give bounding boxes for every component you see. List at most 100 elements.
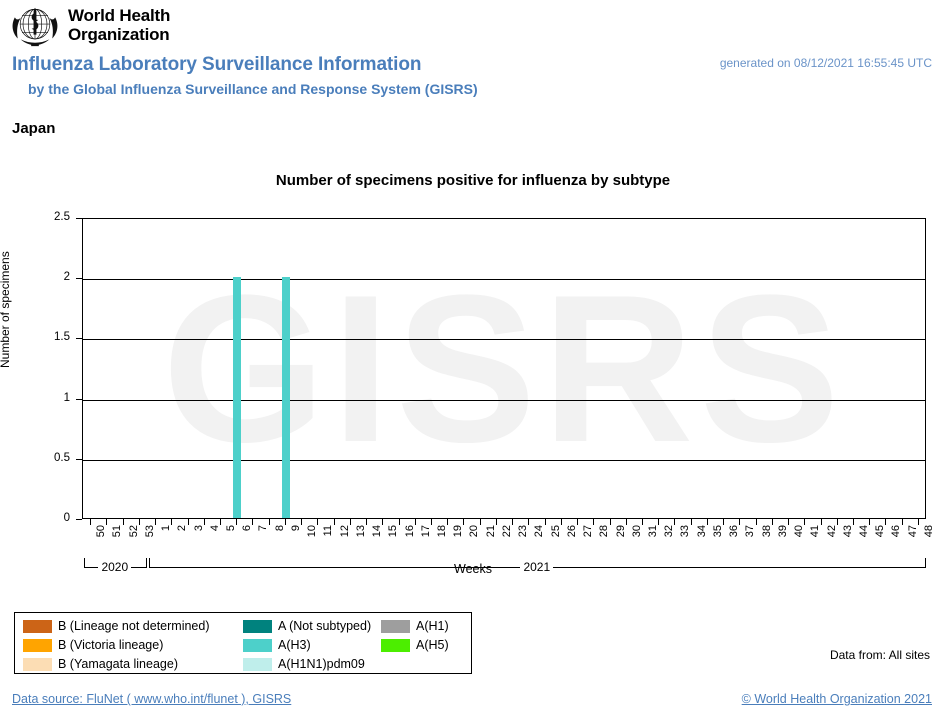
- y-axis-label: Number of specimens: [0, 251, 12, 368]
- x-tick-mark: [90, 519, 92, 525]
- legend-label: A(H1): [416, 619, 449, 633]
- x-tick-mark: [479, 519, 481, 525]
- x-tick-label: 36: [728, 525, 741, 538]
- y-tick-label: 0.5: [54, 451, 70, 464]
- x-tick-mark: [366, 519, 368, 525]
- legend-label: B (Victoria lineage): [58, 638, 164, 652]
- x-tick-label: 28: [598, 525, 611, 538]
- x-tick-mark: [268, 519, 270, 525]
- chart-title: Number of specimens positive for influen…: [275, 172, 671, 189]
- data-source-link[interactable]: Data source: FluNet ( www.who.int/flunet…: [12, 692, 291, 706]
- x-tick-label: 10: [306, 525, 319, 538]
- x-tick-mark: [852, 519, 854, 525]
- x-tick-label: 1: [160, 525, 173, 532]
- x-tick-mark: [333, 519, 335, 525]
- x-tick-mark: [804, 519, 806, 525]
- x-tick-mark: [544, 519, 546, 525]
- y-tick-label: 2.5: [54, 211, 70, 223]
- x-tick-label: 39: [776, 525, 789, 538]
- x-tick-mark: [301, 519, 303, 525]
- x-tick-label: 32: [663, 525, 676, 538]
- who-wordmark-line1: World Health: [68, 6, 171, 25]
- y-tick-mark: [76, 458, 82, 460]
- bar-segment: [282, 277, 290, 518]
- x-tick-mark: [739, 519, 741, 525]
- x-tick-label: 30: [630, 525, 643, 538]
- legend-color-swatch: [23, 639, 52, 652]
- x-tick-label: 25: [549, 525, 562, 538]
- y-tick-label: 2: [63, 271, 70, 284]
- x-tick-label: 11: [322, 525, 335, 537]
- x-tick-label: 52: [127, 525, 140, 538]
- x-tick-label: 23: [517, 525, 530, 538]
- legend-color-swatch: [381, 639, 410, 652]
- legend-color-swatch: [23, 620, 52, 633]
- copyright-link[interactable]: © World Health Organization 2021: [742, 692, 932, 706]
- x-tick-label: 9: [289, 525, 302, 532]
- x-tick-label: 5: [224, 525, 237, 532]
- x-tick-label: 13: [354, 525, 367, 538]
- x-tick-label: 27: [582, 525, 595, 538]
- x-tick-mark: [625, 519, 627, 525]
- x-tick-label: 38: [760, 525, 773, 538]
- legend: B (Lineage not determined) B (Victoria li…: [14, 612, 472, 674]
- legend-color-swatch: [243, 658, 272, 671]
- x-tick-label: 14: [371, 525, 384, 538]
- x-tick-label: 17: [419, 525, 432, 538]
- x-tick-mark: [495, 519, 497, 525]
- x-tick-mark: [317, 519, 319, 525]
- plot-area: GISRS: [82, 218, 926, 519]
- x-tick-label: 46: [890, 525, 903, 538]
- gridline: [83, 399, 925, 401]
- who-wordmark-line2: Organization: [68, 25, 170, 44]
- x-tick-mark: [203, 519, 205, 525]
- x-tick-mark: [430, 519, 432, 525]
- x-tick-mark: [512, 519, 514, 525]
- x-tick-label: 4: [208, 525, 221, 532]
- legend-color-swatch: [243, 620, 272, 633]
- x-tick-label: 40: [793, 525, 806, 538]
- y-tick-label: 1.5: [54, 331, 70, 344]
- x-tick-mark: [706, 519, 708, 525]
- x-tick-mark: [771, 519, 773, 525]
- x-tick-mark: [690, 519, 692, 525]
- y-tick-label: 0: [63, 512, 70, 524]
- who-logo-icon: [6, 3, 64, 49]
- gridline: [83, 459, 925, 461]
- x-tick-mark: [593, 519, 595, 525]
- x-tick-mark: [836, 519, 838, 525]
- x-tick-label: 12: [338, 525, 351, 538]
- x-tick-label: 21: [484, 525, 497, 538]
- chart-container: Number of specimens positive for influen…: [0, 160, 946, 580]
- x-tick-label: 35: [711, 525, 724, 538]
- x-tick-mark: [869, 519, 871, 525]
- x-tick-label: 16: [403, 525, 416, 538]
- x-tick-label: 41: [809, 525, 822, 538]
- x-tick-mark: [284, 519, 286, 525]
- x-tick-mark: [577, 519, 579, 525]
- x-tick-mark: [447, 519, 449, 525]
- x-tick-mark: [755, 519, 757, 525]
- x-tick-mark: [885, 519, 887, 525]
- page-subtitle: by the Global Influenza Surveillance and…: [28, 81, 478, 97]
- legend-label: A (Not subtyped): [278, 619, 372, 633]
- gridline: [83, 339, 925, 341]
- legend-label: B (Lineage not determined): [58, 619, 210, 633]
- y-tick-mark: [76, 398, 82, 400]
- x-tick-label: 26: [565, 525, 578, 538]
- x-tick-label: 31: [646, 525, 659, 538]
- y-tick-mark: [76, 338, 82, 340]
- x-tick-mark: [463, 519, 465, 525]
- x-tick-mark: [820, 519, 822, 525]
- x-tick-mark: [560, 519, 562, 525]
- legend-label: A(H3): [278, 638, 311, 652]
- x-tick-mark: [788, 519, 790, 525]
- x-tick-label: 34: [695, 525, 708, 538]
- x-tick-mark: [138, 519, 140, 525]
- x-tick-label: 15: [387, 525, 400, 538]
- x-tick-mark: [674, 519, 676, 525]
- x-tick-mark: [349, 519, 351, 525]
- x-tick-mark: [155, 519, 157, 525]
- x-tick-label: 42: [825, 525, 838, 538]
- y-tick-mark: [76, 519, 82, 520]
